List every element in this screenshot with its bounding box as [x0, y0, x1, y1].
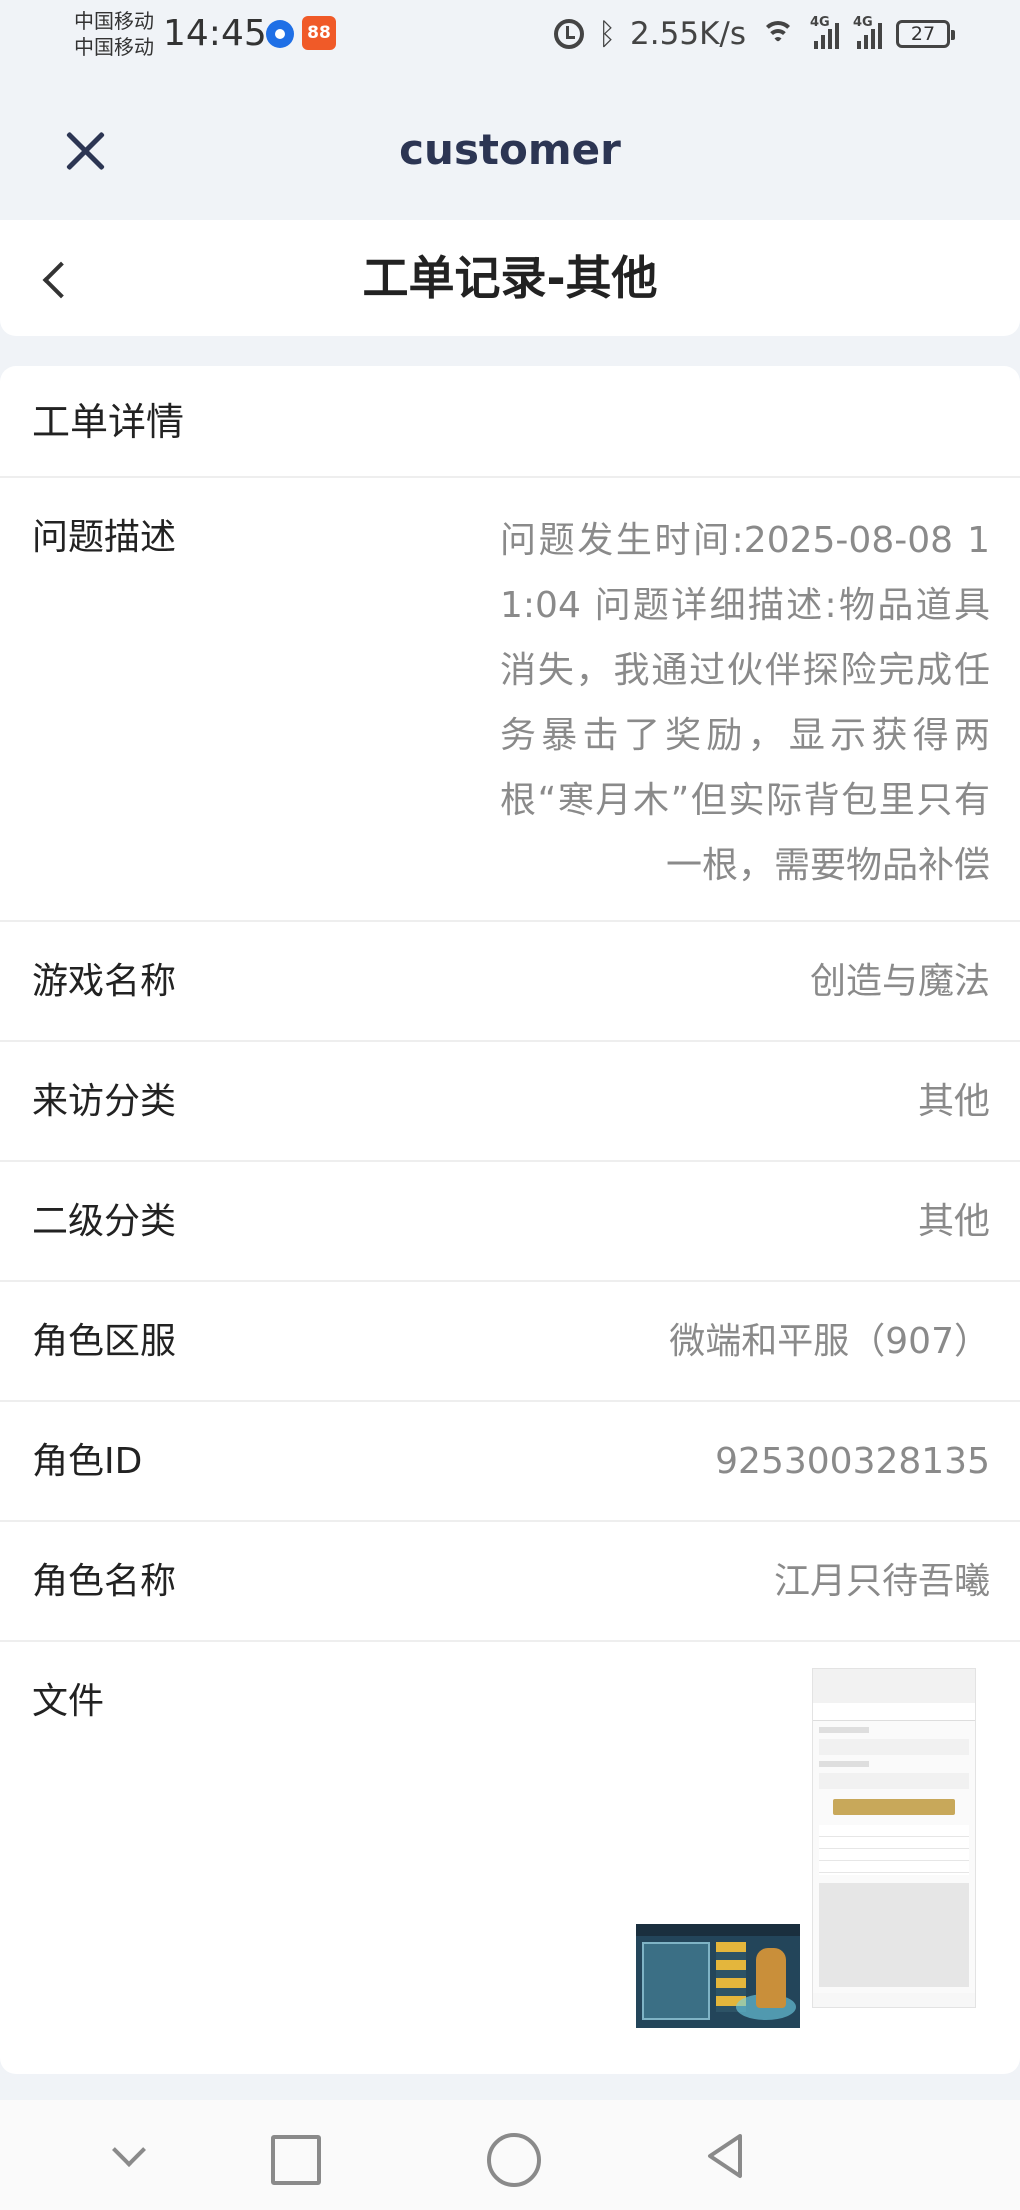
recent-apps-icon[interactable]: [264, 2128, 321, 2185]
detail-row-visit-category: 来访分类 其他: [0, 1042, 1020, 1162]
row-label: 来访分类: [32, 1081, 177, 1122]
row-value: 创造与魔法: [809, 961, 990, 1002]
row-value: 925300328135: [715, 1441, 990, 1482]
detail-row-subcategory: 二级分类 其他: [0, 1162, 1020, 1282]
signal-type-2: 4G: [853, 15, 873, 30]
row-value: 问题发生时间:2025-08-08 11:04 问题详细描述:物品道具消失，我通…: [500, 520, 990, 886]
row-label: 角色区服: [32, 1321, 177, 1362]
page-title: 工单记录-其他: [362, 251, 658, 305]
signal-icon-2: 4G: [853, 15, 882, 49]
row-label: 二级分类: [32, 1201, 177, 1242]
detail-row-role-id: 角色ID 925300328135: [0, 1402, 1020, 1522]
detail-row-game-name: 游戏名称 创造与魔法: [0, 922, 1020, 1042]
page-header: 工单记录-其他: [0, 220, 1020, 336]
signal-type-1: 4G: [810, 15, 830, 30]
system-nav-bar: [0, 2100, 1020, 2210]
battery-icon: 27: [896, 20, 955, 48]
wifi-icon: [760, 19, 796, 49]
network-speed: 2.55K/s: [630, 16, 746, 52]
row-value: 江月只待吾曦: [773, 1561, 990, 1602]
row-label: 游戏名称: [32, 961, 177, 1002]
notification-shop-icon: 88: [302, 16, 336, 50]
row-value: 其他: [917, 1201, 990, 1242]
carrier-line-1: 中国移动: [74, 9, 154, 33]
row-label: 角色ID: [32, 1441, 143, 1482]
webview-title-bar: customer: [0, 66, 1020, 220]
detail-row-role-name: 角色名称 江月只待吾曦: [0, 1522, 1020, 1642]
home-icon[interactable]: [482, 2128, 541, 2187]
alarm-icon: [554, 19, 585, 49]
detail-row-description: 问题描述 问题发生时间:2025-08-08 11:04 问题详细描述:物品道具…: [0, 478, 1020, 922]
row-value: 其他: [917, 1081, 990, 1122]
row-label: 角色名称: [32, 1561, 177, 1602]
carrier-info: 中国移动 中国移动: [74, 8, 154, 60]
row-label: 文件: [32, 1681, 105, 1722]
carrier-line-2: 中国移动: [74, 35, 154, 59]
row-label: 问题描述: [32, 517, 177, 558]
webview-title: customer: [399, 125, 621, 174]
status-time: 14:45: [163, 13, 267, 54]
chevron-down-icon[interactable]: [100, 2128, 156, 2184]
notification-app-icon: [266, 20, 294, 48]
bluetooth-icon: ᛒ: [598, 16, 617, 52]
detail-row-server: 角色区服 微端和平服（907）: [0, 1282, 1020, 1402]
attachment-app-screenshot[interactable]: [812, 1668, 976, 2008]
signal-icon-1: 4G: [810, 15, 839, 49]
card-heading: 工单详情: [0, 366, 1020, 478]
status-icons: ᛒ 2.55K/s 4G 4G 27: [554, 14, 955, 54]
attachment-game-screenshot[interactable]: [636, 1924, 800, 2028]
back-triangle-icon[interactable]: [698, 2128, 754, 2184]
row-value: 微端和平服（907）: [669, 1321, 990, 1362]
status-bar: 中国移动 中国移动 14:45 88 ᛒ 2.55K/s 4G 4G 27: [0, 0, 1020, 66]
